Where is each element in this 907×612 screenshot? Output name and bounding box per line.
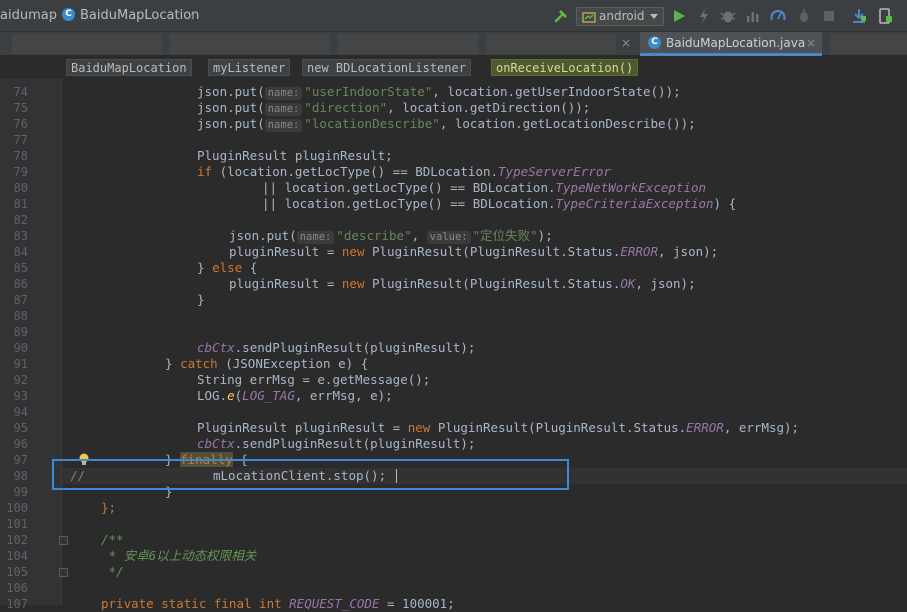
line-number: 79 (13, 165, 28, 179)
run-configuration-label: android (599, 9, 645, 23)
editor-tab-row: × C BaiduMapLocation.java × (0, 32, 907, 56)
apply-changes-icon[interactable] (695, 7, 713, 25)
line-number: 106 (6, 581, 28, 595)
code-line-76: json.put(name: "locationDescribe", locati… (197, 116, 696, 132)
breadcrumb-file[interactable]: C BaiduMapLocation (62, 0, 199, 32)
stop-icon[interactable] (820, 7, 838, 25)
code-line-92: String errMsg = e.getMessage(); (197, 372, 431, 387)
line-number: 78 (13, 149, 28, 163)
line-number: 91 (13, 357, 28, 371)
breadcrumb-separator-icon: › (49, 9, 54, 23)
navigation-bar: aidumap › C BaiduMapLocation › android (0, 0, 907, 32)
android-module-icon (582, 12, 596, 23)
close-icon[interactable]: × (621, 36, 631, 50)
line-number: 95 (13, 421, 28, 435)
tab-close-icon[interactable]: × (806, 32, 816, 54)
line-number: 87 (13, 293, 28, 307)
code-line-87: } (197, 292, 205, 307)
avd-manager-icon[interactable] (876, 7, 894, 25)
tab-baidumaplocation[interactable]: C BaiduMapLocation.java × (640, 32, 822, 56)
debug-icon[interactable] (719, 7, 737, 25)
crumb-field[interactable]: myListener (208, 59, 291, 76)
highlight-box (52, 459, 569, 490)
hammer-icon[interactable] (553, 7, 571, 25)
attach-debugger-icon[interactable] (795, 7, 813, 25)
run-configuration-dropdown[interactable]: android (576, 7, 664, 26)
line-number: 102 (6, 533, 28, 547)
crumb-method[interactable]: onReceiveLocation() (491, 59, 639, 76)
line-number: 84 (13, 245, 28, 259)
blurred-tab[interactable] (338, 34, 478, 54)
chevron-down-icon (650, 14, 658, 19)
line-number: 89 (13, 325, 28, 339)
breadcrumb-file-label: BaiduMapLocation (80, 8, 200, 23)
class-icon: C (62, 8, 75, 21)
code-line-100: }; (101, 500, 117, 515)
code-line-95: PluginResult pluginResult = new PluginRe… (197, 420, 800, 435)
line-number: 97 (13, 453, 28, 467)
profile-icon[interactable] (744, 7, 762, 25)
code-line-90: cbCtx.sendPluginResult(pluginResult); (197, 340, 476, 355)
code-line-104: /** (101, 532, 124, 547)
line-number: 94 (13, 405, 28, 419)
code-line-96: cbCtx.sendPluginResult(pluginResult); (197, 436, 476, 451)
sdk-manager-icon[interactable] (850, 7, 868, 25)
line-number: 74 (13, 85, 28, 99)
line-number: 81 (13, 197, 28, 211)
line-number: 83 (13, 229, 28, 243)
fold-marker-icon[interactable] (59, 568, 68, 577)
line-number: 93 (13, 389, 28, 403)
line-number: 77 (13, 133, 28, 147)
crumb-class[interactable]: BaiduMapLocation (66, 59, 192, 76)
code-line-106: */ (101, 564, 124, 579)
run-icon[interactable] (670, 7, 688, 25)
blurred-tab[interactable] (830, 34, 907, 54)
code-line-84: pluginResult = new PluginResult(PluginRe… (229, 244, 719, 259)
coverage-icon[interactable] (769, 7, 787, 25)
line-number: 90 (13, 341, 28, 355)
line-number: 75 (13, 101, 28, 115)
blurred-tab[interactable] (12, 34, 162, 54)
line-number: 86 (13, 277, 28, 291)
line-number: 101 (6, 517, 28, 531)
line-number: 80 (13, 181, 28, 195)
line-number: 96 (13, 437, 28, 451)
editor-breadcrumbs: BaiduMapLocation myListener new BDLocati… (0, 56, 907, 79)
code-line-107: private static final int REQUEST_CODE = … (101, 596, 455, 611)
crumb-anonymous-class[interactable]: new BDLocationListener (302, 59, 471, 76)
tab-label: BaiduMapLocation.java (666, 36, 806, 50)
code-line-79: if (location.getLocType() == BDLocation.… (197, 164, 611, 179)
blurred-tab[interactable] (170, 34, 330, 54)
class-icon: C (648, 36, 661, 49)
code-line-85: } else { (197, 260, 258, 275)
fold-marker-icon[interactable] (59, 536, 68, 545)
line-number: 104 (6, 549, 28, 563)
code-line-74: json.put(name: "userIndoorState", locatio… (197, 84, 681, 100)
code-line-83: json.put(name: "describe", value: "定位失败"); (229, 228, 553, 244)
code-line-80: || location.getLocType() == BDLocation.T… (262, 180, 707, 195)
code-line-105: * 安卓6以上动态权限相关 (101, 548, 257, 563)
line-number: 88 (13, 309, 28, 323)
code-line-93: LOG.e(LOG_TAG, errMsg, e); (197, 388, 393, 403)
code-line-91: } catch (JSONException e) { (165, 356, 369, 371)
line-number: 105 (6, 565, 28, 579)
line-number: 82 (13, 213, 28, 227)
line-number: 100 (6, 501, 28, 515)
code-line-81: || location.getLocType() == BDLocation.T… (262, 196, 737, 211)
code-line-86: pluginResult = new PluginResult(PluginRe… (229, 276, 696, 291)
line-number: 99 (13, 485, 28, 499)
line-number: 85 (13, 261, 28, 275)
code-line-75: json.put(name: "direction", location.getD… (197, 100, 591, 116)
line-number: 107 (6, 597, 28, 611)
line-number: 98 (13, 469, 28, 483)
line-number: 76 (13, 117, 28, 131)
breadcrumb-separator-icon: › (190, 9, 195, 23)
code-line-78: PluginResult pluginResult; (197, 148, 393, 163)
line-number: 92 (13, 373, 28, 387)
blurred-tab[interactable] (486, 34, 616, 54)
